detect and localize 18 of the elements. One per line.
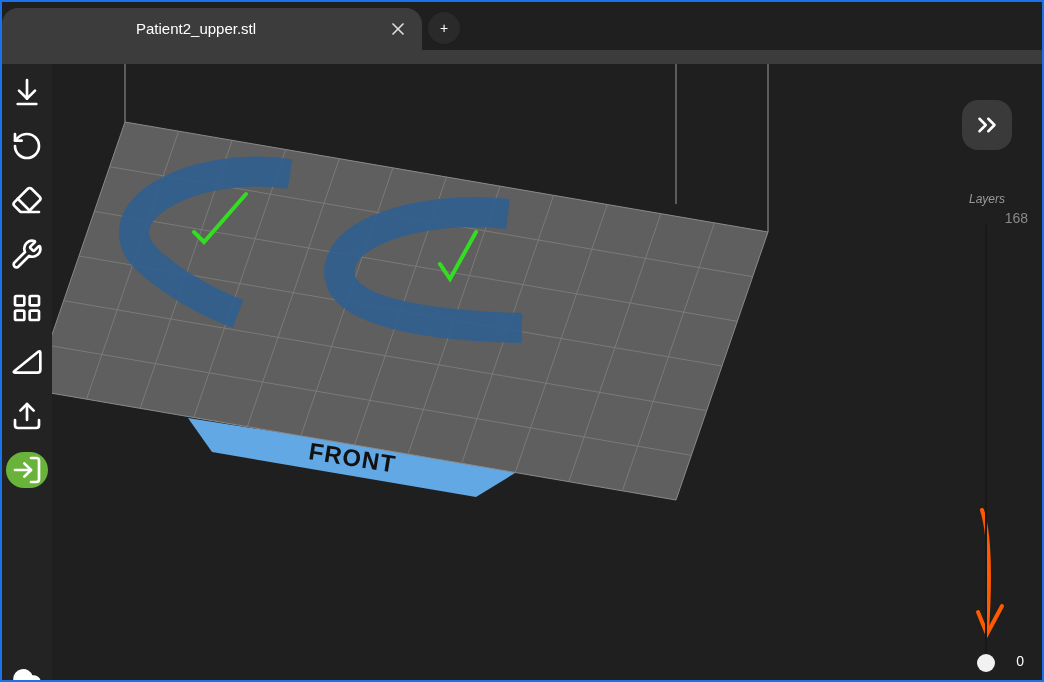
check-mark — [438, 230, 478, 283]
new-tab-button[interactable]: + — [428, 12, 460, 44]
rotate-icon — [11, 130, 43, 162]
top-layer-reading: 168 — [1004, 209, 1028, 228]
slider-thumb[interactable] — [977, 654, 995, 672]
eraser-icon — [11, 184, 43, 216]
bottom-layer-reading: 0 — [1016, 652, 1024, 671]
layers-label: Layers — [969, 191, 1005, 208]
upload-icon — [11, 400, 43, 432]
file-tab[interactable]: Patient2_upper.stl — [2, 8, 422, 50]
expand-panel-button[interactable] — [962, 100, 1012, 150]
check-mark — [192, 192, 248, 245]
grid-icon — [11, 292, 43, 324]
tools-icon — [11, 238, 43, 270]
exit-icon — [11, 454, 43, 486]
toolbar-button[interactable] — [6, 452, 48, 488]
front-label: FRONT — [307, 437, 398, 478]
layer-slider[interactable] — [977, 225, 995, 672]
